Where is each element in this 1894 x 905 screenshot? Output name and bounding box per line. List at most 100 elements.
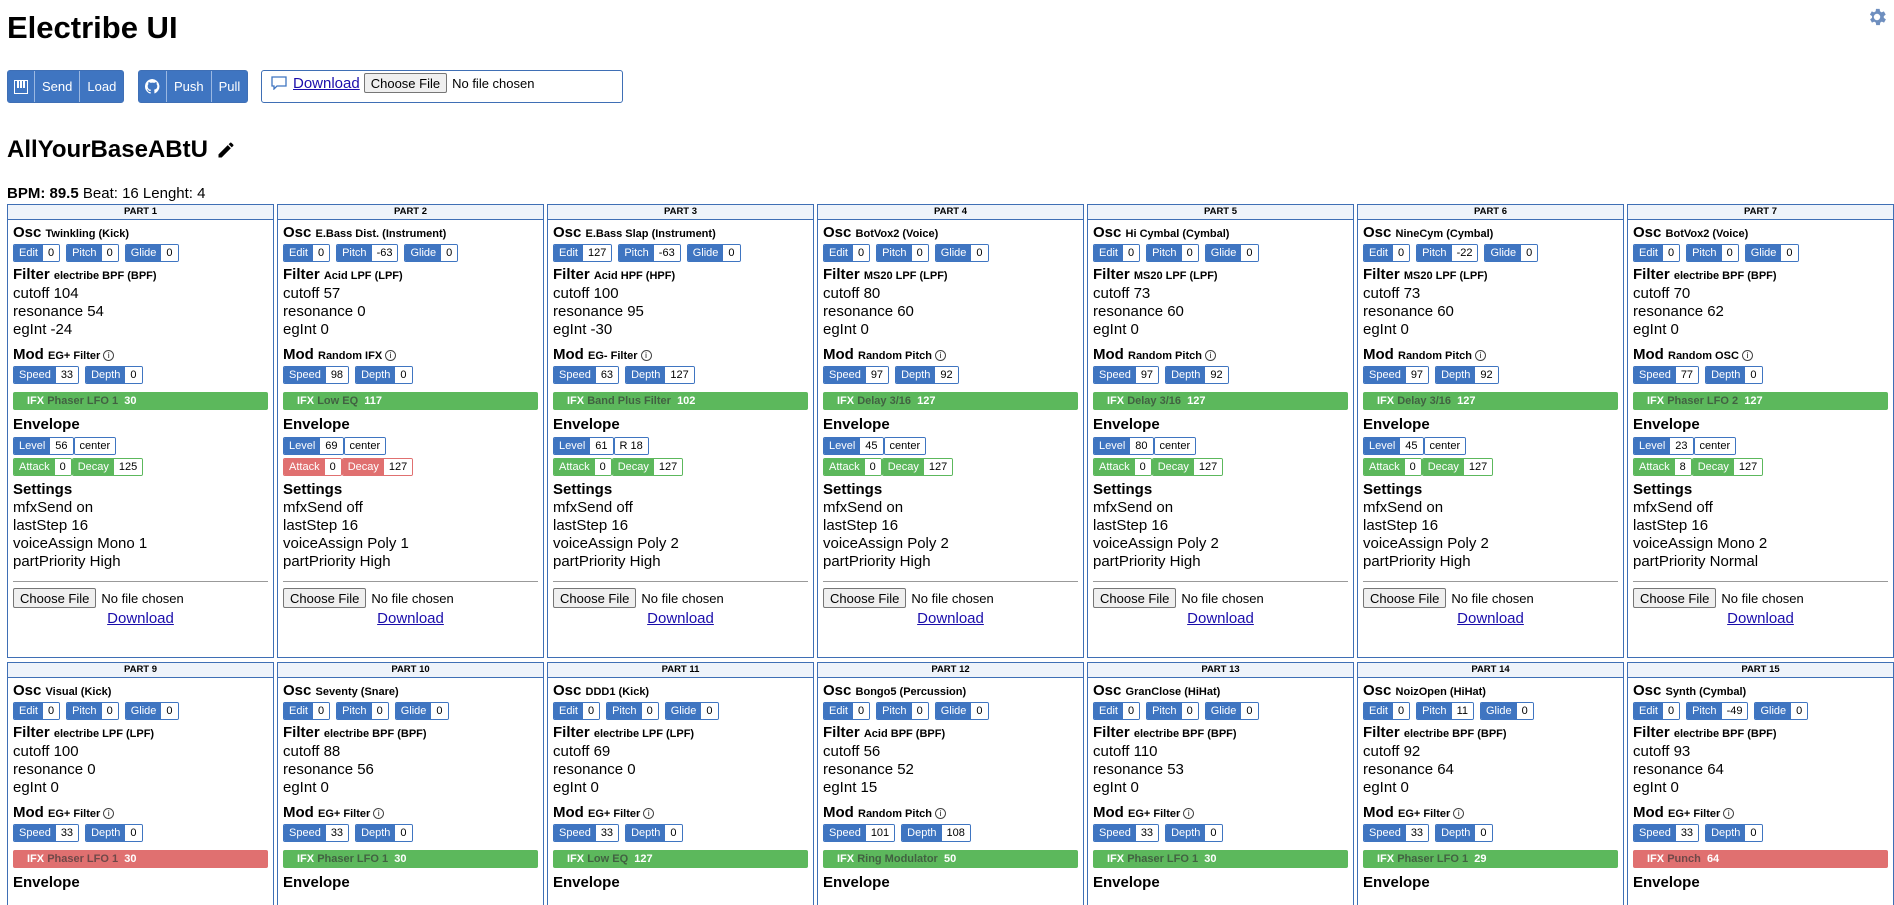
send-button[interactable]: Send	[34, 71, 80, 102]
speed-chip[interactable]: Speed 33	[13, 824, 80, 842]
depth-chip[interactable]: Depth 0	[1435, 824, 1493, 842]
glide-chip[interactable]: Glide 0	[934, 702, 989, 720]
level-chip[interactable]: Level 45	[823, 437, 884, 455]
ifx-bar[interactable]: IFX Low EQ 117	[283, 392, 538, 410]
glide-chip[interactable]: Glide 0	[394, 702, 449, 720]
glide-chip[interactable]: Glide 0	[664, 702, 719, 720]
pencil-icon[interactable]	[216, 140, 236, 160]
info-icon[interactable]: i	[1741, 349, 1753, 361]
glide-chip[interactable]: Glide 0	[1204, 244, 1259, 262]
pitch-chip[interactable]: Pitch 0	[876, 702, 929, 720]
decay-chip[interactable]: Decay 127	[1691, 458, 1764, 476]
speed-chip[interactable]: Speed 77	[1633, 366, 1700, 384]
depth-chip[interactable]: Depth 127	[625, 366, 695, 384]
speed-chip[interactable]: Speed 33	[1363, 824, 1430, 842]
edit-chip[interactable]: Edit 0	[553, 702, 601, 720]
edit-chip[interactable]: Edit 0	[13, 244, 61, 262]
decay-chip[interactable]: Decay 127	[611, 458, 684, 476]
depth-chip[interactable]: Depth 92	[1165, 366, 1229, 384]
speed-chip[interactable]: Speed 101	[823, 824, 896, 842]
part-choose-file-button[interactable]: Choose File	[283, 588, 367, 608]
pan-chip[interactable]: center	[1423, 437, 1467, 455]
part-download-link[interactable]: Download	[1457, 610, 1524, 627]
pitch-chip[interactable]: Pitch 0	[1686, 244, 1739, 262]
pan-chip[interactable]: center	[73, 437, 117, 455]
depth-chip[interactable]: Depth 92	[1435, 366, 1499, 384]
info-icon[interactable]: i	[373, 807, 385, 819]
level-chip[interactable]: Level 61	[553, 437, 614, 455]
pitch-chip[interactable]: Pitch 0	[66, 244, 119, 262]
speed-chip[interactable]: Speed 63	[553, 366, 620, 384]
ifx-bar[interactable]: IFX Phaser LFO 2 127	[1633, 392, 1888, 410]
level-chip[interactable]: Level 23	[1633, 437, 1694, 455]
ifx-bar[interactable]: IFX Phaser LFO 1 30	[13, 392, 268, 410]
info-icon[interactable]: i	[103, 349, 115, 361]
pan-chip[interactable]: R 18	[613, 437, 649, 455]
edit-chip[interactable]: Edit 0	[1363, 244, 1411, 262]
load-button[interactable]: Load	[79, 71, 124, 102]
ifx-bar[interactable]: IFX Phaser LFO 1 30	[1093, 850, 1348, 868]
info-icon[interactable]: i	[385, 349, 397, 361]
pan-chip[interactable]: center	[1153, 437, 1197, 455]
edit-chip[interactable]: Edit 0	[1093, 702, 1141, 720]
ifx-bar[interactable]: IFX Low EQ 127	[553, 850, 808, 868]
level-chip[interactable]: Level 80	[1093, 437, 1154, 455]
speed-chip[interactable]: Speed 97	[1363, 366, 1430, 384]
depth-chip[interactable]: Depth 108	[901, 824, 971, 842]
edit-chip[interactable]: Edit 0	[823, 702, 871, 720]
ifx-bar[interactable]: IFX Punch 64	[1633, 850, 1888, 868]
ifx-bar[interactable]: IFX Phaser LFO 1 29	[1363, 850, 1618, 868]
pitch-chip[interactable]: Pitch -22	[1416, 244, 1479, 262]
ifx-bar[interactable]: IFX Delay 3/16 127	[1093, 392, 1348, 410]
part-choose-file-button[interactable]: Choose File	[1093, 588, 1177, 608]
pitch-chip[interactable]: Pitch 0	[606, 702, 659, 720]
speed-chip[interactable]: Speed 33	[13, 366, 80, 384]
pitch-chip[interactable]: Pitch 0	[66, 702, 119, 720]
pitch-chip[interactable]: Pitch -49	[1686, 702, 1749, 720]
glide-chip[interactable]: Glide 0	[1484, 244, 1539, 262]
edit-chip[interactable]: Edit 0	[283, 244, 331, 262]
depth-chip[interactable]: Depth 92	[895, 366, 959, 384]
attack-chip[interactable]: Attack 8	[1633, 458, 1692, 476]
edit-chip[interactable]: Edit 127	[553, 244, 613, 262]
pitch-chip[interactable]: Pitch 0	[1146, 702, 1199, 720]
level-chip[interactable]: Level 69	[283, 437, 344, 455]
info-icon[interactable]: i	[1474, 349, 1486, 361]
glide-chip[interactable]: Glide 0	[1204, 702, 1259, 720]
decay-chip[interactable]: Decay 127	[341, 458, 414, 476]
part-download-link[interactable]: Download	[1727, 610, 1794, 627]
edit-chip[interactable]: Edit 0	[1633, 702, 1681, 720]
speed-chip[interactable]: Speed 33	[283, 824, 350, 842]
attack-chip[interactable]: Attack 0	[1093, 458, 1152, 476]
part-choose-file-button[interactable]: Choose File	[553, 588, 637, 608]
pitch-chip[interactable]: Pitch 0	[876, 244, 929, 262]
attack-chip[interactable]: Attack 0	[553, 458, 612, 476]
level-chip[interactable]: Level 45	[1363, 437, 1424, 455]
depth-chip[interactable]: Depth 0	[355, 824, 413, 842]
part-download-link[interactable]: Download	[107, 610, 174, 627]
edit-chip[interactable]: Edit 0	[13, 702, 61, 720]
ifx-bar[interactable]: IFX Delay 3/16 127	[823, 392, 1078, 410]
part-download-link[interactable]: Download	[917, 610, 984, 627]
ifx-bar[interactable]: IFX Ring Modulator 50	[823, 850, 1078, 868]
speed-chip[interactable]: Speed 97	[823, 366, 890, 384]
info-icon[interactable]: i	[1453, 807, 1465, 819]
pitch-chip[interactable]: Pitch -63	[336, 244, 399, 262]
depth-chip[interactable]: Depth 0	[85, 366, 143, 384]
speed-chip[interactable]: Speed 97	[1093, 366, 1160, 384]
info-icon[interactable]: i	[640, 349, 652, 361]
part-choose-file-button[interactable]: Choose File	[1633, 588, 1717, 608]
part-download-link[interactable]: Download	[1187, 610, 1254, 627]
part-choose-file-button[interactable]: Choose File	[823, 588, 907, 608]
edit-chip[interactable]: Edit 0	[1363, 702, 1411, 720]
ifx-bar[interactable]: IFX Phaser LFO 1 30	[13, 850, 268, 868]
glide-chip[interactable]: Glide 0	[1479, 702, 1534, 720]
pitch-chip[interactable]: Pitch 0	[1146, 244, 1199, 262]
info-icon[interactable]: i	[103, 807, 115, 819]
speed-chip[interactable]: Speed 98	[283, 366, 350, 384]
edit-chip[interactable]: Edit 0	[1633, 244, 1681, 262]
glide-chip[interactable]: Glide 0	[686, 244, 741, 262]
info-icon[interactable]: i	[934, 807, 946, 819]
depth-chip[interactable]: Depth 0	[1705, 366, 1763, 384]
decay-chip[interactable]: Decay 127	[881, 458, 954, 476]
